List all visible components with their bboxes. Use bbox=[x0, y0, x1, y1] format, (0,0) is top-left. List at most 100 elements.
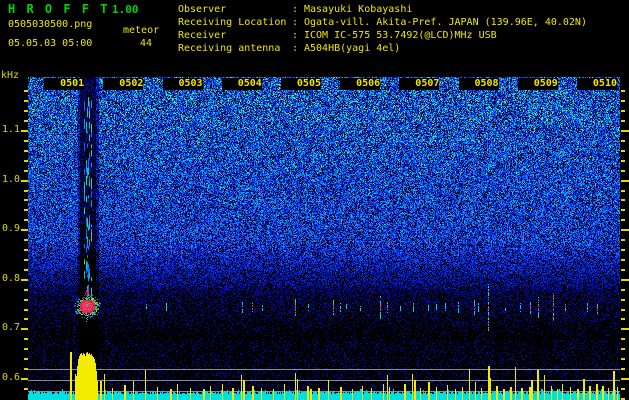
freq-tick-left bbox=[24, 140, 28, 142]
freq-tick-left bbox=[24, 259, 28, 261]
freq-tick-right bbox=[621, 239, 625, 241]
station-info: Observer: Masayuki Kobayashi Receiving Loc… bbox=[178, 3, 587, 55]
freq-tick-label: 0.9 bbox=[1, 223, 20, 235]
freq-tick-left bbox=[24, 100, 28, 102]
freq-tick-right bbox=[621, 110, 625, 112]
freq-axis-unit: kHz bbox=[1, 70, 20, 81]
freq-tick-left bbox=[24, 239, 28, 241]
freq-tick-right bbox=[621, 348, 625, 350]
station-row-value: ICOM IC-575 53.7492(@LCD)MHz USB bbox=[304, 30, 497, 41]
freq-tick-label: 1.0 bbox=[1, 173, 20, 185]
station-row-separator: : bbox=[292, 43, 299, 54]
freq-tick-left bbox=[24, 120, 28, 122]
echo-count: 44 bbox=[139, 38, 152, 49]
freq-tick-label: 1.1 bbox=[1, 124, 20, 135]
time-label: 0503 bbox=[162, 78, 203, 90]
freq-tick-right bbox=[621, 388, 625, 390]
freq-tick-left bbox=[24, 90, 28, 92]
freq-tick-left bbox=[21, 328, 28, 330]
freq-tick-left bbox=[24, 249, 28, 251]
station-row-value: A504HB(yagi 4el) bbox=[304, 43, 401, 54]
freq-tick-right bbox=[621, 130, 629, 132]
freq-tick-right bbox=[621, 378, 629, 380]
output-filename: 0505030500.png bbox=[8, 19, 93, 30]
time-label: 0501 bbox=[44, 78, 85, 90]
time-label: 0504 bbox=[221, 78, 262, 90]
station-row: Receiving antenna: A504HB(yagi 4el) bbox=[178, 42, 587, 55]
freq-tick-left bbox=[24, 348, 28, 350]
station-row-separator: : bbox=[292, 17, 299, 28]
freq-tick-left bbox=[24, 150, 28, 152]
freq-tick-right bbox=[621, 289, 625, 291]
station-row: Receiver: ICOM IC-575 53.7492(@LCD)MHz US… bbox=[178, 29, 587, 42]
freq-tick-left bbox=[24, 190, 28, 192]
time-label: 0506 bbox=[340, 78, 381, 90]
freq-tick-right bbox=[621, 219, 625, 221]
freq-tick-left bbox=[24, 338, 28, 340]
station-row-label: Receiving Location bbox=[178, 17, 287, 28]
freq-tick-left bbox=[24, 170, 28, 172]
freq-tick-right bbox=[621, 338, 625, 340]
app-title: H R O F F T bbox=[8, 2, 110, 16]
freq-tick-left bbox=[24, 388, 28, 390]
freq-tick-right bbox=[621, 199, 625, 201]
freq-tick-right bbox=[621, 190, 625, 192]
freq-tick-left bbox=[24, 269, 28, 271]
time-label: 0502 bbox=[103, 78, 144, 90]
station-row: Receiving Location: Ogata-vill. Akita-Pre… bbox=[178, 16, 587, 29]
freq-tick-label: 0.7 bbox=[1, 322, 20, 334]
time-label: 0508 bbox=[458, 78, 499, 90]
time-label: 0510 bbox=[577, 78, 617, 90]
freq-tick-right bbox=[621, 269, 625, 271]
station-row-value: Ogata-vill. Akita-Pref. JAPAN (139.96E, … bbox=[304, 17, 587, 28]
time-label: 0505 bbox=[281, 78, 321, 90]
freq-tick-right bbox=[621, 328, 629, 330]
time-label: 0507 bbox=[399, 78, 440, 90]
freq-tick-left bbox=[24, 358, 28, 360]
freq-tick-left bbox=[21, 229, 28, 231]
app-version: 1.00 bbox=[112, 3, 139, 16]
freq-tick-right bbox=[621, 309, 625, 311]
station-row-separator: : bbox=[292, 4, 299, 15]
freq-tick-left bbox=[24, 289, 28, 291]
freq-tick-right bbox=[621, 120, 625, 122]
station-row-label: Receiver bbox=[178, 30, 227, 41]
freq-tick-right bbox=[621, 170, 625, 172]
freq-tick-right bbox=[621, 90, 625, 92]
freq-tick-left bbox=[21, 180, 28, 182]
freq-tick-label: 0.8 bbox=[1, 272, 20, 284]
station-row: Observer: Masayuki Kobayashi bbox=[178, 3, 587, 16]
freq-tick-right bbox=[621, 100, 625, 102]
freq-tick-left bbox=[21, 279, 28, 281]
freq-tick-right bbox=[621, 160, 625, 162]
freq-tick-left bbox=[24, 309, 28, 311]
freq-tick-right bbox=[621, 259, 625, 261]
freq-tick-left bbox=[24, 160, 28, 162]
freq-tick-left bbox=[21, 130, 28, 132]
freq-tick-left bbox=[24, 318, 28, 320]
freq-tick-right bbox=[621, 229, 629, 231]
freq-tick-right bbox=[621, 150, 625, 152]
freq-tick-right bbox=[621, 140, 625, 142]
freq-tick-right bbox=[621, 279, 629, 281]
station-row-value: Masayuki Kobayashi bbox=[304, 4, 413, 15]
station-row-label: Receiving antenna bbox=[178, 43, 281, 54]
freq-tick-right bbox=[621, 180, 629, 182]
freq-tick-right bbox=[621, 358, 625, 360]
freq-tick-left bbox=[24, 299, 28, 301]
freq-tick-left bbox=[24, 209, 28, 211]
mode-label: meteor bbox=[123, 25, 160, 36]
freq-tick-left bbox=[21, 378, 28, 380]
hrofft-screen: H R O F F T 1.00 0505030500.png meteor 0… bbox=[0, 0, 629, 400]
datetime-label: 05.05.03 05:00 bbox=[8, 38, 93, 49]
time-label: 0509 bbox=[517, 78, 558, 90]
freq-tick-left bbox=[24, 219, 28, 221]
freq-tick-right bbox=[621, 318, 625, 320]
spectrogram-canvas bbox=[28, 77, 620, 400]
station-row-separator: : bbox=[292, 30, 299, 41]
freq-tick-left bbox=[24, 199, 28, 201]
freq-tick-left bbox=[24, 110, 28, 112]
freq-tick-right bbox=[621, 299, 625, 301]
freq-tick-right bbox=[621, 249, 625, 251]
station-row-label: Observer bbox=[178, 4, 227, 15]
